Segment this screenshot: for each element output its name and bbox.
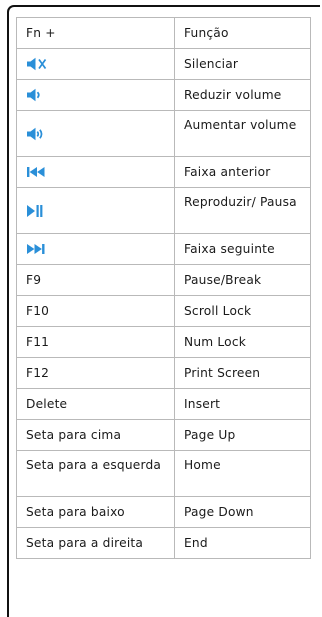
table-row: F12 Print Screen <box>16 357 311 389</box>
key-cell <box>16 110 175 157</box>
key-cell: F9 <box>16 264 175 296</box>
function-cell: Print Screen <box>174 357 311 389</box>
key-cell <box>16 48 175 80</box>
table-row: Aumentar volume <box>16 110 311 157</box>
function-cell: Faixa seguinte <box>174 233 311 265</box>
function-cell: Scroll Lock <box>174 295 311 327</box>
table-row: F9 Pause/Break <box>16 264 311 296</box>
function-cell: Home <box>174 450 311 497</box>
table-row: Reproduzir/ Pausa <box>16 187 311 234</box>
key-cell <box>16 79 175 111</box>
function-cell: Aumentar volume <box>174 110 311 157</box>
table-row: Seta para a direita End <box>16 527 311 559</box>
table-row: Fn + Função <box>16 17 311 49</box>
function-cell: Page Up <box>174 419 311 451</box>
key-cell: F12 <box>16 357 175 389</box>
key-cell: Seta para baixo <box>16 496 175 528</box>
volume-up-icon <box>26 127 48 141</box>
key-cell: Seta para cima <box>16 419 175 451</box>
table-row: Faixa anterior <box>16 156 311 188</box>
key-cell <box>16 156 175 188</box>
function-key-table: Fn + Função Silenciar Reduzir volume Aum… <box>16 17 311 559</box>
function-cell: Silenciar <box>174 48 311 80</box>
key-cell: F11 <box>16 326 175 358</box>
table-row: Delete Insert <box>16 388 311 420</box>
function-cell: Faixa anterior <box>174 156 311 188</box>
key-cell: Seta para a direita <box>16 527 175 559</box>
table-row: Seta para baixo Page Down <box>16 496 311 528</box>
function-cell: Num Lock <box>174 326 311 358</box>
key-cell: Fn + <box>16 17 175 49</box>
function-cell: Insert <box>174 388 311 420</box>
table-row: Silenciar <box>16 48 311 80</box>
table-row: Seta para a esquerda Home <box>16 450 311 497</box>
key-cell: Seta para a esquerda <box>16 450 175 497</box>
key-cell: F10 <box>16 295 175 327</box>
function-cell: Page Down <box>174 496 311 528</box>
table-row: Seta para cima Page Up <box>16 419 311 451</box>
mute-icon <box>26 57 52 71</box>
function-cell: Função <box>174 17 311 49</box>
key-cell: Delete <box>16 388 175 420</box>
play-pause-icon <box>26 204 46 218</box>
function-cell: Reduzir volume <box>174 79 311 111</box>
key-cell <box>16 233 175 265</box>
function-cell: End <box>174 527 311 559</box>
volume-down-icon <box>26 88 46 102</box>
key-cell <box>16 187 175 234</box>
table-row: F10 Scroll Lock <box>16 295 311 327</box>
previous-track-icon <box>26 166 50 178</box>
function-cell: Reproduzir/ Pausa <box>174 187 311 234</box>
next-track-icon <box>26 243 50 255</box>
table-row: Faixa seguinte <box>16 233 311 265</box>
function-cell: Pause/Break <box>174 264 311 296</box>
table-row: F11 Num Lock <box>16 326 311 358</box>
table-row: Reduzir volume <box>16 79 311 111</box>
